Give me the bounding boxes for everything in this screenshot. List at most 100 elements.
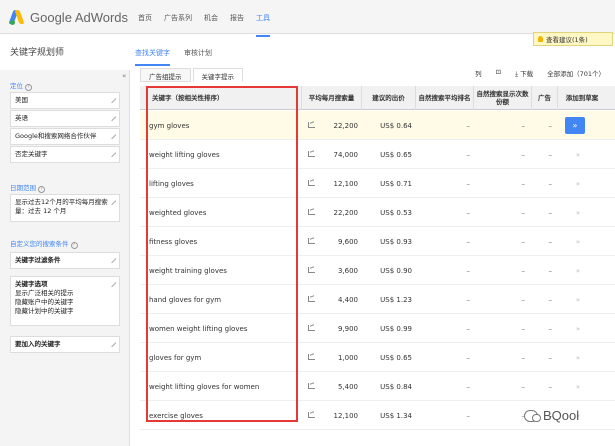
bid-cell: US$ 0.53 — [380, 208, 412, 217]
add-to-draft-button[interactable]: » — [568, 140, 588, 169]
organic-share-cell: – — [521, 179, 526, 188]
trend-chart-icon[interactable] — [308, 296, 315, 302]
add-to-draft-button[interactable]: » — [568, 169, 588, 198]
keyword-cell: weight lifting gloves — [149, 150, 220, 159]
volume-cell: 3,600 — [337, 266, 358, 275]
bid-cell: US$ 0.71 — [380, 179, 412, 188]
keyword-options-title: 关键字选项 — [15, 280, 48, 288]
keyword-cell: hand gloves for gym — [149, 295, 222, 304]
volume-cell: 12,100 — [333, 179, 359, 188]
keyword-cell: weight training gloves — [149, 266, 227, 275]
col-ad[interactable]: 广告 — [532, 86, 558, 110]
ad-cell: – — [548, 266, 553, 275]
help-icon[interactable]: ? — [70, 242, 78, 249]
keyword-cell: exercise gloves — [149, 411, 203, 420]
nav-tools[interactable]: 工具 — [256, 13, 270, 37]
trend-chart-icon[interactable] — [308, 325, 315, 331]
nav-reports[interactable]: 报告 — [230, 13, 244, 37]
edit-icon[interactable] — [107, 254, 117, 264]
date-range-box[interactable]: 显示过去12个月的平均每月搜索量：过去 12 个月 — [10, 194, 120, 222]
col-keyword[interactable]: 关键字（按相关性排序） — [140, 86, 302, 110]
organic-position-cell: – — [466, 324, 471, 333]
trend-chart-icon[interactable] — [308, 122, 315, 128]
organic-position-cell: – — [466, 411, 471, 420]
col-avg-searches[interactable]: 平均每月搜索量 — [302, 86, 362, 110]
keyword-cell: women weight lifting gloves — [149, 324, 248, 333]
chart-toggle-icon[interactable]: ⊡ — [496, 68, 501, 79]
trend-chart-icon[interactable] — [308, 209, 315, 215]
add-to-draft-button[interactable]: » — [568, 314, 588, 343]
add-to-draft-button[interactable]: » — [568, 372, 588, 401]
negative-keywords[interactable]: 否定关键字 — [10, 146, 120, 163]
edit-icon[interactable] — [107, 112, 117, 122]
keywords-to-include[interactable]: 要加入的关键字 — [10, 336, 120, 353]
bid-cell: US$ 0.90 — [380, 266, 412, 275]
edit-icon[interactable] — [107, 130, 117, 140]
ad-cell: – — [548, 237, 553, 246]
add-all-button[interactable]: 全部添加（701个） — [547, 68, 605, 79]
bid-cell: US$ 0.99 — [380, 324, 412, 333]
trend-chart-icon[interactable] — [308, 180, 315, 186]
add-to-draft-button[interactable]: » — [568, 227, 588, 256]
add-to-draft-button[interactable]: » — [568, 256, 588, 285]
bid-cell: US$ 1.23 — [380, 295, 412, 304]
adwords-logo[interactable]: Google AdWords — [8, 9, 128, 25]
trend-chart-icon[interactable] — [308, 354, 315, 360]
organic-position-cell: – — [466, 382, 471, 391]
target-network[interactable]: Google和搜索网络合作伙伴 — [10, 128, 120, 145]
col-organic-position[interactable]: 自然搜索平均排名 — [416, 86, 474, 110]
trend-chart-icon[interactable] — [308, 383, 315, 389]
lightbulb-icon — [538, 36, 543, 42]
keyword-cell: fitness gloves — [149, 237, 198, 246]
trend-chart-icon[interactable] — [308, 238, 315, 244]
col-suggested-bid[interactable]: 建议的出价 — [362, 86, 416, 110]
bid-cell: US$ 1.34 — [380, 411, 412, 420]
trend-chart-icon[interactable] — [308, 151, 315, 157]
target-location[interactable]: 美国 — [10, 92, 120, 109]
tab-ad-group-ideas[interactable]: 广告组提示 — [140, 68, 191, 82]
download-button[interactable]: ⤓ 下载 — [515, 68, 533, 79]
table-row: gym gloves 22,200 US$ 0.64 – – – » — [140, 111, 615, 140]
volume-cell: 74,000 — [333, 150, 359, 159]
collapse-sidebar-button[interactable]: « — [122, 72, 126, 80]
add-to-draft-button[interactable]: » — [568, 343, 588, 372]
organic-position-cell: – — [466, 150, 471, 159]
help-icon[interactable]: ? — [25, 84, 32, 91]
edit-icon[interactable] — [107, 196, 117, 206]
suggestion-notice[interactable]: 查看建议(1条) — [533, 32, 613, 46]
table-header: 关键字（按相关性排序） 平均每月搜索量 建议的出价 自然搜索平均排名 自然搜索显… — [140, 86, 615, 110]
target-language[interactable]: 英语 — [10, 110, 120, 127]
ad-cell: – — [548, 208, 553, 217]
trend-chart-icon[interactable] — [308, 267, 315, 273]
edit-icon[interactable] — [107, 338, 117, 348]
add-to-draft-button[interactable]: » — [568, 285, 588, 314]
table-row: weight lifting gloves for women 5,400 US$ … — [140, 372, 615, 401]
help-icon[interactable]: ? — [38, 186, 45, 193]
organic-share-cell: – — [521, 324, 526, 333]
organic-position-cell: – — [466, 208, 471, 217]
nav-home[interactable]: 首页 — [138, 13, 152, 37]
volume-cell: 9,600 — [337, 237, 358, 246]
option-hide-plan: 隐藏计划中的关键字 — [15, 307, 74, 315]
organic-share-cell: – — [521, 121, 526, 130]
add-to-draft-button[interactable]: » — [565, 117, 585, 134]
nav-opportunities[interactable]: 机会 — [204, 13, 218, 37]
trend-chart-icon[interactable] — [308, 412, 315, 418]
page-title: 关键字规划师 — [10, 48, 65, 58]
keyword-options[interactable]: 关键字选项 显示广泛相关的提示 隐藏账户中的关键字 隐藏计划中的关键字 — [10, 276, 120, 326]
main-nav: 首页 广告系列 机会 报告 工具 — [138, 13, 282, 37]
nav-campaigns[interactable]: 广告系列 — [164, 13, 192, 37]
add-to-draft-button[interactable]: » — [568, 198, 588, 227]
section-date-range: 日期范围? — [10, 182, 45, 193]
col-organic-share[interactable]: 自然搜索显示次数份额 — [474, 86, 532, 110]
keyword-filters[interactable]: 关键字过滤条件 — [10, 252, 120, 269]
table-row: lifting gloves 12,100 US$ 0.71 – – – » — [140, 169, 615, 198]
ad-cell: – — [548, 353, 553, 362]
edit-icon[interactable] — [107, 148, 117, 158]
bid-cell: US$ 0.65 — [380, 353, 412, 362]
col-add-to-draft: 添加到草案 — [565, 94, 599, 102]
tab-keyword-ideas[interactable]: 关键字提示 — [192, 68, 243, 82]
table-row: fitness gloves 9,600 US$ 0.93 – – – » — [140, 227, 615, 256]
columns-button[interactable]: 列 — [475, 68, 482, 79]
edit-icon[interactable] — [107, 94, 117, 104]
